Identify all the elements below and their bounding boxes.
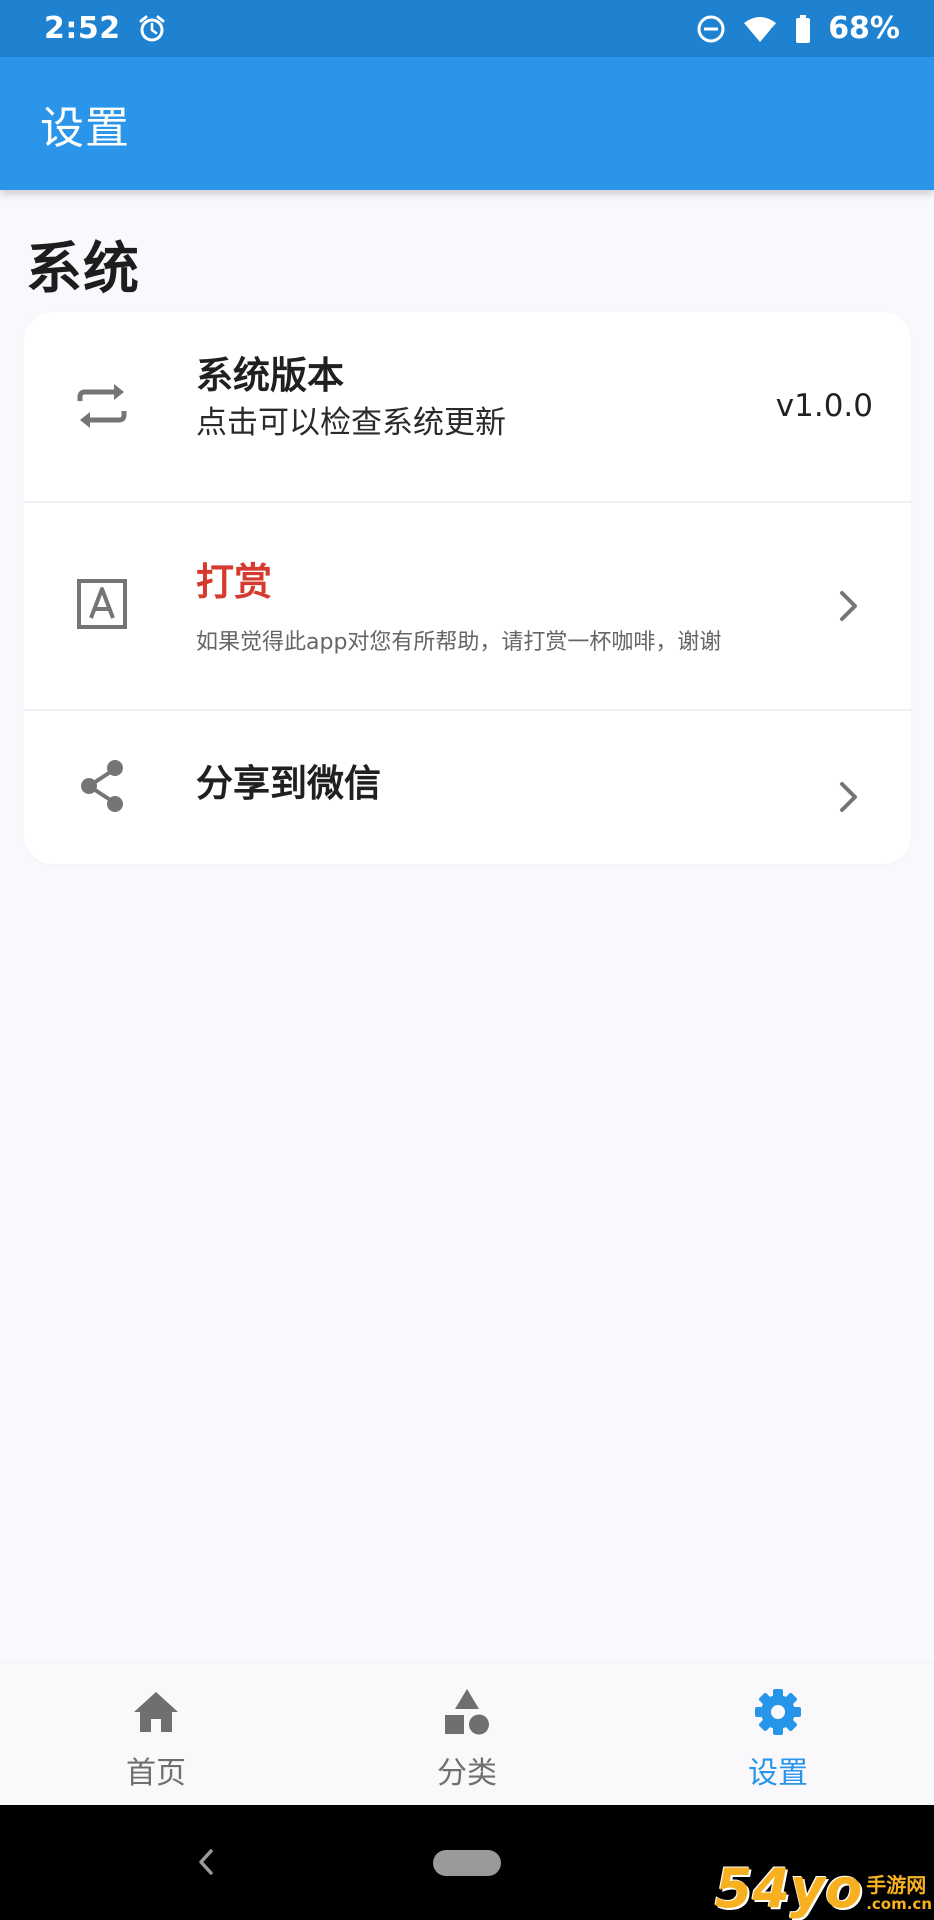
reward-title: 打赏 [196,560,273,604]
category-icon [441,1686,493,1738]
back-icon[interactable] [196,1847,216,1877]
gear-icon [752,1686,804,1738]
version-title: 系统版本 [196,354,344,397]
share-row[interactable]: 分享到微信 [24,710,911,864]
battery-icon [794,14,812,44]
reward-text: 打赏 如果觉得此app对您有所帮助，请打赏一杯咖啡，谢谢 [196,560,721,656]
share-icon [74,758,130,814]
settings-card: 系统版本 点击可以检查系统更新 v1.0.0 打赏 如果觉得此app对您有所帮助… [24,312,911,864]
nav-label-settings: 设置 [748,1756,808,1791]
chevron-right-icon [840,591,857,621]
version-text: 系统版本 点击可以检查系统更新 [196,354,506,446]
status-right: 68% [696,11,900,46]
sync-arrows-icon [74,378,130,434]
share-text: 分享到微信 [196,762,381,806]
wifi-icon [742,14,778,44]
do-not-disturb-icon [696,14,726,44]
status-left: 2:52 [44,11,167,46]
home-icon [130,1686,182,1738]
chevron-right-icon [840,782,857,812]
app-bar: 设置 [0,57,934,190]
settings-screen: 2:52 68% 设置 系统 系统版本 点击可以检查系统更新 v1.0.0 打赏… [0,0,934,1920]
nav-label-category: 分类 [437,1756,497,1791]
nav-item-category[interactable]: 分类 [367,1664,567,1805]
watermark: 54yo 手游网 .com.cn [715,1862,932,1916]
version-value: v1.0.0 [775,388,873,424]
nav-label-home: 首页 [126,1756,186,1791]
nav-item-home[interactable]: 首页 [56,1664,256,1805]
reward-row[interactable]: 打赏 如果觉得此app对您有所帮助，请打赏一杯咖啡，谢谢 [24,502,911,710]
status-time: 2:52 [44,11,121,46]
watermark-name: 手游网 [866,1872,927,1897]
bottom-nav: 首页 分类 设置 [0,1664,934,1805]
page-title: 设置 [40,102,130,154]
watermark-logo: 54yo [714,1857,863,1920]
version-subtitle: 点击可以检查系统更新 [196,405,506,442]
status-bar: 2:52 68% [0,0,934,57]
home-pill[interactable] [433,1850,501,1876]
font-a-icon [74,576,130,632]
watermark-text: 手游网 .com.cn [866,1874,932,1913]
nav-item-settings[interactable]: 设置 [678,1664,878,1805]
alarm-icon [137,14,167,44]
version-row[interactable]: 系统版本 点击可以检查系统更新 v1.0.0 [24,312,911,502]
share-title: 分享到微信 [196,762,381,805]
battery-percent: 68% [828,11,900,46]
reward-subtitle: 如果觉得此app对您有所帮助，请打赏一杯咖啡，谢谢 [196,629,722,655]
watermark-url: .com.cn [866,1894,932,1913]
section-title: 系统 [26,237,140,302]
